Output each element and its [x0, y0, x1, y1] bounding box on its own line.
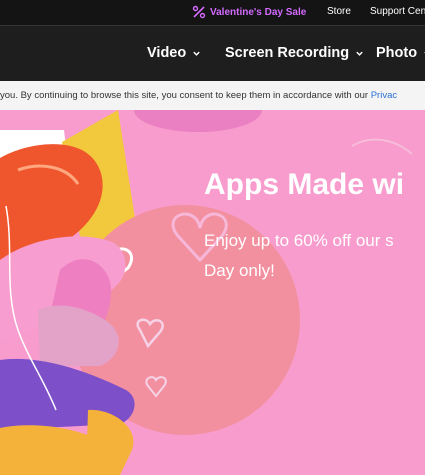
hero-illustration [0, 110, 413, 475]
chevron-down-icon [193, 51, 200, 56]
percent-icon [192, 5, 206, 19]
top-utility-bar: Valentine's Day Sale Store Support Cen [0, 0, 425, 25]
valentines-sale-link[interactable]: Valentine's Day Sale [192, 3, 306, 21]
cookie-consent-text: you. By continuing to browse this site, … [0, 90, 398, 101]
store-link[interactable]: Store [327, 6, 351, 17]
nav-item-screen-recording[interactable]: Screen Recording [225, 45, 364, 61]
nav-item-label: Video [147, 45, 187, 61]
hero-banner[interactable]: Apps Made wi Enjoy up to 60% off our s D… [0, 110, 425, 475]
chevron-down-icon [356, 51, 363, 56]
hero-title: Apps Made wi [204, 168, 405, 201]
cookie-consent-bar: you. By continuing to browse this site, … [0, 81, 425, 111]
hero-subtitle-line-1: Enjoy up to 60% off our s [204, 231, 394, 250]
nav-item-photo[interactable]: Photo [376, 45, 425, 61]
hero-subtitle-line-2: Day only! [204, 261, 275, 280]
support-center-link[interactable]: Support Cen [370, 6, 425, 17]
nav-item-label: Photo [376, 45, 418, 61]
valentines-sale-label: Valentine's Day Sale [210, 6, 307, 18]
nav-item-label: Screen Recording [225, 45, 350, 61]
privacy-policy-link[interactable]: Privac [371, 90, 397, 101]
nav-item-video[interactable]: Video [147, 45, 201, 61]
main-nav: Video Screen Recording Photo [0, 25, 425, 82]
